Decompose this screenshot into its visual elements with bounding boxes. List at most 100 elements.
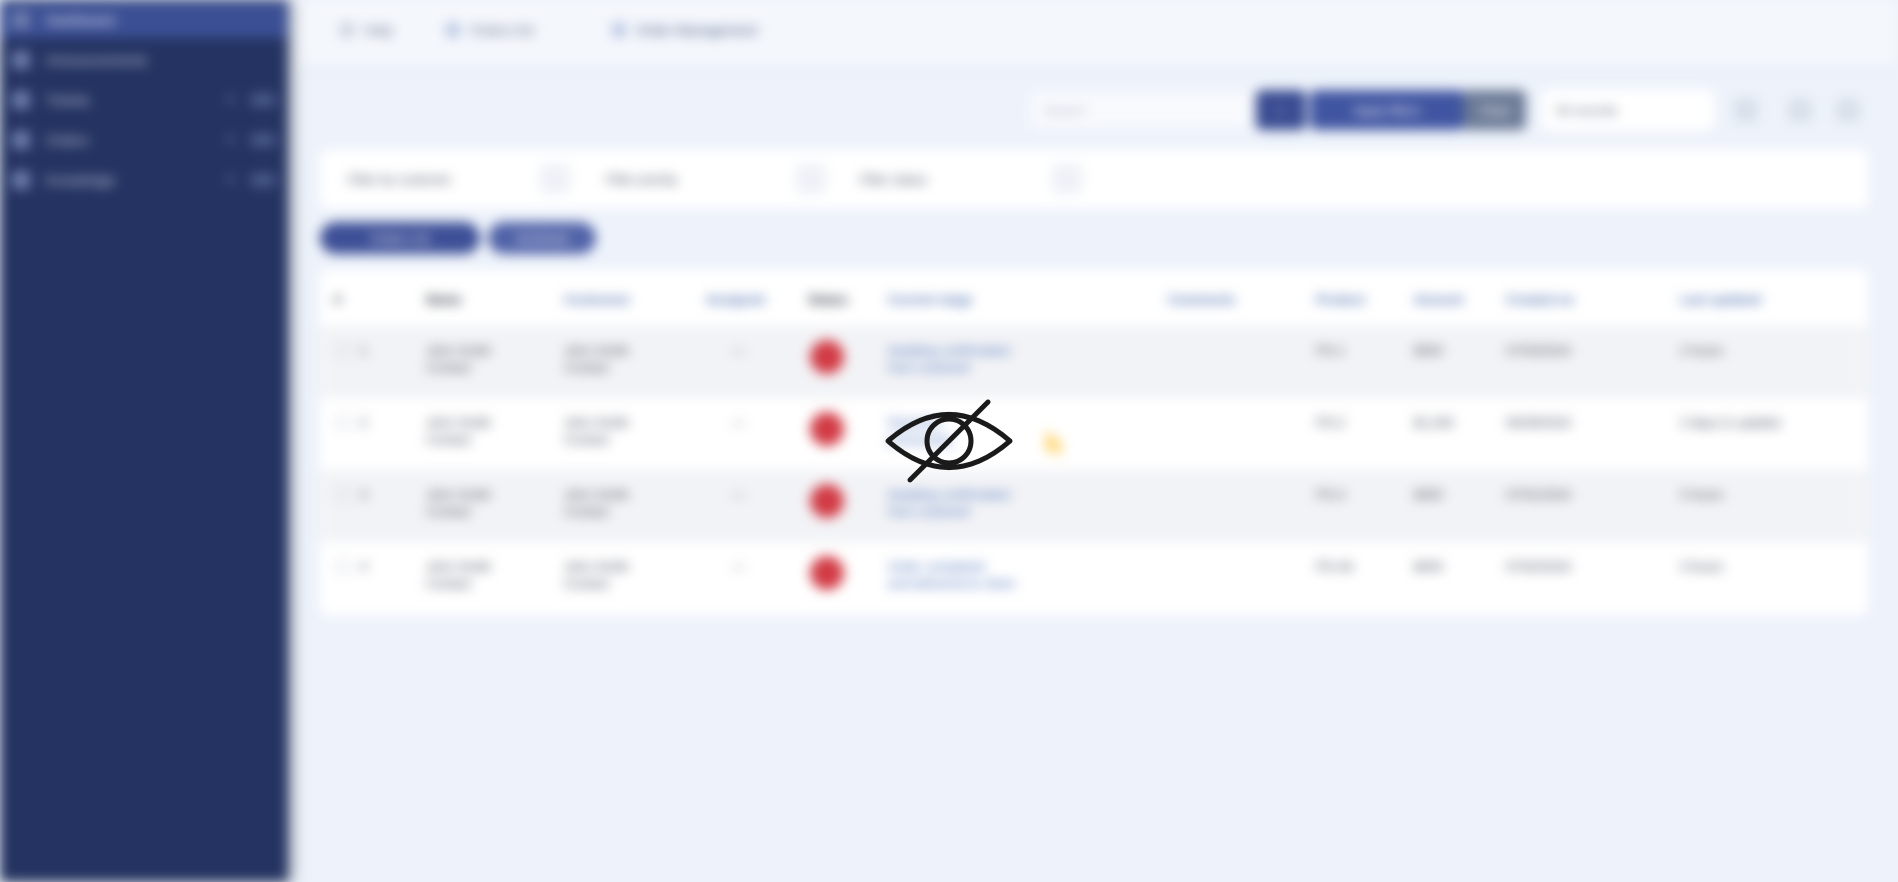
name-cell: John Smith Contact	[426, 414, 491, 448]
customer-filter-dropdown[interactable]	[540, 164, 570, 194]
column-header-stage[interactable]: Current stage	[888, 292, 973, 307]
name-primary: John Smith	[426, 487, 492, 502]
updated-cell: 2 days (1 update)	[1680, 415, 1782, 430]
sidebar: Dashboard Announcements Tickets Orders K…	[0, 0, 288, 882]
records-select-value: 50 records	[1556, 102, 1618, 118]
stage-link[interactable]: Awaiting confirmation from customer	[888, 342, 1011, 376]
cart-icon	[12, 131, 30, 149]
column-header-product[interactable]: Product	[1316, 292, 1365, 307]
contractor-primary: John Smith	[564, 559, 630, 574]
status-filter-select[interactable]: Filter status	[846, 162, 1046, 196]
count-badge	[250, 133, 276, 147]
sidebar-item-orders[interactable]: Orders	[0, 122, 288, 158]
product-cell: PS-2	[1316, 415, 1345, 430]
contractor-secondary: Contact	[564, 432, 609, 447]
sidebar-item-knowledge[interactable]: Knowledge	[0, 162, 288, 198]
search-icon: ⌕	[1277, 102, 1285, 117]
column-header-created[interactable]: Created on	[1506, 292, 1574, 307]
table-row[interactable]: 4 John Smith Contact John Smith Contact — …	[320, 542, 1868, 614]
breadcrumb-current-label: Order Management	[636, 22, 758, 38]
amount-cell: $500	[1414, 343, 1443, 358]
sidebar-item-label: Tickets	[46, 92, 90, 108]
breadcrumb-current[interactable]: Order Management	[612, 22, 757, 38]
sidebar-item-tickets[interactable]: Tickets	[0, 82, 288, 118]
column-header-status[interactable]: Status	[808, 292, 848, 307]
stage-link[interactable]: Order completed and delivered to client	[888, 558, 1014, 592]
created-cell: 07/01/2024	[1506, 487, 1572, 502]
table-header: # Name Contractor Assigned Status Curren…	[320, 270, 1868, 330]
name-secondary: Contact	[426, 432, 471, 447]
created-cell: 07/02/2024	[1506, 559, 1572, 574]
table-row[interactable]: 3 John Smith Contact John Smith Contact — …	[320, 470, 1868, 542]
name-secondary: Contact	[426, 360, 471, 375]
row-checkbox[interactable]	[336, 416, 350, 430]
priority-filter-dropdown[interactable]	[796, 164, 826, 194]
product-cell: PS-4A	[1316, 559, 1354, 574]
home-icon	[340, 23, 354, 37]
name-cell: John Smith Contact	[426, 486, 491, 520]
row-checkbox[interactable]	[336, 344, 350, 358]
contractor-cell: John Smith Contact	[564, 486, 629, 520]
list-icon	[446, 23, 460, 37]
clear-button[interactable]: Clear	[1464, 90, 1526, 130]
chevron-down-icon	[224, 94, 234, 104]
table-row[interactable]: 2 John Smith Contact John Smith Contact — …	[320, 398, 1868, 470]
column-header-amount[interactable]: Amount	[1414, 292, 1463, 307]
breadcrumb-home[interactable]: Help	[340, 22, 393, 38]
column-header-contractor[interactable]: Contractor	[564, 292, 630, 307]
table-row[interactable]: 1 John Smith Contact John Smith Contact — …	[320, 326, 1868, 398]
dashboard-icon	[12, 11, 30, 29]
sidebar-item-announcements[interactable]: Announcements	[0, 42, 288, 78]
print-icon[interactable]	[1788, 98, 1812, 122]
column-header-assigned[interactable]: Assigned	[706, 292, 765, 307]
sidebar-item-label: Dashboard	[46, 12, 115, 28]
priority-filter-label: Filter priority	[606, 171, 678, 187]
customer-filter-select[interactable]: Filter by customer	[334, 162, 534, 196]
sidebar-item-label: Orders	[46, 132, 89, 148]
breadcrumb-home-label: Help	[364, 22, 393, 38]
amount-cell: $300	[1414, 487, 1443, 502]
tab-archived[interactable]: Archived	[488, 222, 596, 254]
stage-line-2: and delivered to client	[888, 576, 1015, 591]
name-primary: John Smith	[426, 415, 492, 430]
column-header-name[interactable]: Name	[426, 292, 461, 307]
stage-line-2: from customer	[888, 360, 972, 375]
priority-filter-select[interactable]: Filter priority	[592, 162, 792, 196]
stage-line-1: Awaiting confirmation	[888, 487, 1012, 502]
breadcrumb-section[interactable]: Orders list	[446, 22, 534, 38]
download-icon[interactable]	[1734, 98, 1758, 122]
row-number: 3	[360, 487, 368, 502]
stage-line-1: Order completed	[888, 559, 985, 574]
column-header-updated[interactable]: Last updated	[1680, 292, 1761, 307]
book-icon	[12, 171, 30, 189]
row-checkbox[interactable]	[336, 560, 350, 574]
sidebar-item-dashboard[interactable]: Dashboard	[0, 2, 288, 38]
status-filter-dropdown[interactable]	[1052, 164, 1082, 194]
tab-orders-label: Orders (4)	[370, 230, 430, 246]
row-number: 4	[360, 559, 368, 574]
chevron-down-icon	[224, 134, 234, 144]
row-number: 1	[360, 343, 368, 358]
search-input[interactable]: Search	[1030, 92, 1250, 128]
megaphone-icon	[12, 51, 30, 69]
assigned-cell: —	[732, 559, 745, 574]
row-number: 2	[360, 415, 368, 430]
settings-icon[interactable]	[1836, 98, 1860, 122]
status-indicator	[810, 340, 844, 374]
amount-cell: $1,200	[1414, 415, 1454, 430]
status-indicator	[810, 556, 844, 590]
amount-cell: $450	[1414, 559, 1443, 574]
orders-table: # Name Contractor Assigned Status Curren…	[320, 270, 1868, 615]
row-checkbox[interactable]	[336, 488, 350, 502]
stage-link[interactable]: Awaiting confirmation from customer	[888, 486, 1011, 520]
records-per-page-select[interactable]: 50 records	[1542, 90, 1714, 130]
search-button[interactable]: ⌕	[1256, 90, 1306, 130]
contractor-secondary: Contact	[564, 360, 609, 375]
tab-orders[interactable]: Orders (4)	[320, 222, 480, 254]
column-header-comments[interactable]: Comments	[1168, 292, 1235, 307]
stage-line-1: Awaiting confirmation	[888, 343, 1012, 358]
column-header-number[interactable]: #	[334, 292, 341, 307]
clear-label: Clear	[1479, 102, 1511, 118]
count-badge	[250, 173, 276, 187]
apply-filters-button[interactable]: Apply filters	[1310, 90, 1464, 130]
